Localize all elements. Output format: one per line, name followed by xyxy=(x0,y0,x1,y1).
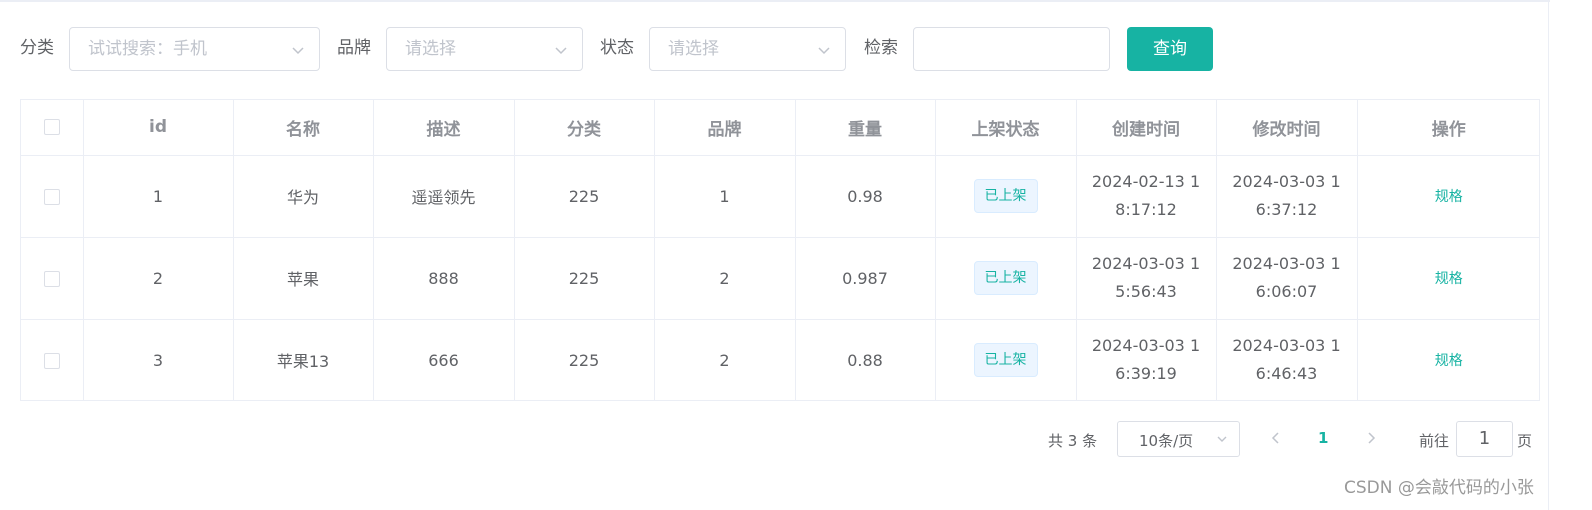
cell-name: 华为 xyxy=(233,155,374,238)
created-time: 2024-03-03 15:56:43 xyxy=(1091,254,1201,301)
goto-label: 前往 xyxy=(1419,432,1450,450)
chevron-down-icon xyxy=(292,47,304,55)
table-header-row: id 名称 描述 分类 品牌 重量 上架状态 创建时间 修改时间 操作 xyxy=(21,100,1540,156)
product-table: id 名称 描述 分类 品牌 重量 上架状态 创建时间 修改时间 操作 1 华为… xyxy=(20,99,1540,401)
page-number-current[interactable]: 1 xyxy=(1318,429,1328,447)
cell-id: 2 xyxy=(83,237,234,320)
cell-brand: 1 xyxy=(654,155,796,238)
cell-category: 225 xyxy=(514,237,655,320)
column-header-created: 创建时间 xyxy=(1076,100,1217,156)
chevron-right-icon[interactable] xyxy=(1365,431,1377,445)
column-header-status: 上架状态 xyxy=(935,100,1077,156)
cell-weight: 0.98 xyxy=(795,155,936,238)
query-button[interactable]: 查询 xyxy=(1127,27,1213,71)
modified-time: 2024-03-03 16:37:12 xyxy=(1232,172,1341,219)
chevron-down-icon xyxy=(1217,436,1227,442)
table-row: 3 苹果13 666 225 2 0.88 已上架 2024-03-03 16:… xyxy=(21,319,1540,401)
cell-desc: 遥遥领先 xyxy=(373,155,515,238)
created-time: 2024-02-13 18:17:12 xyxy=(1091,172,1201,219)
cell-weight: 0.88 xyxy=(795,319,936,401)
cell-category: 225 xyxy=(514,155,655,238)
chevron-down-icon xyxy=(555,47,567,55)
spec-link[interactable]: 规格 xyxy=(1435,189,1463,205)
row-checkbox[interactable] xyxy=(43,271,60,287)
pagination-total: 共 3 条 xyxy=(1048,432,1098,450)
cell-modified: 2024-03-03 16:06:07 xyxy=(1216,237,1358,320)
spec-link[interactable]: 规格 xyxy=(1435,353,1463,369)
column-header-id: id xyxy=(83,100,234,156)
cell-modified: 2024-03-03 16:37:12 xyxy=(1216,155,1358,238)
page-size-select[interactable]: 10条/页 xyxy=(1117,421,1240,457)
category-select[interactable]: 试试搜索：手机 xyxy=(69,27,320,71)
status-badge: 已上架 xyxy=(973,179,1038,213)
cell-desc: 666 xyxy=(373,319,515,401)
cell-desc: 888 xyxy=(373,237,515,320)
cell-id: 1 xyxy=(83,155,234,238)
cell-created: 2024-03-03 15:56:43 xyxy=(1076,237,1217,320)
watermark: CSDN @会敲代码的小张 xyxy=(1344,478,1534,498)
column-header-modified: 修改时间 xyxy=(1216,100,1358,156)
chevron-left-icon[interactable] xyxy=(1270,431,1282,445)
page-size-value: 10条/页 xyxy=(1139,432,1194,450)
modified-time: 2024-03-03 16:06:07 xyxy=(1232,254,1341,301)
column-header-category: 分类 xyxy=(514,100,655,156)
cell-weight: 0.987 xyxy=(795,237,936,320)
spec-link[interactable]: 规格 xyxy=(1435,271,1463,287)
chevron-down-icon xyxy=(818,47,830,55)
category-label: 分类 xyxy=(20,38,54,58)
created-time: 2024-03-03 16:39:19 xyxy=(1091,336,1201,384)
status-label: 状态 xyxy=(600,38,634,58)
category-placeholder: 试试搜索：手机 xyxy=(88,39,207,59)
cell-status: 已上架 xyxy=(935,237,1077,320)
cell-status: 已上架 xyxy=(935,319,1077,401)
status-placeholder: 请选择 xyxy=(668,39,719,59)
brand-select[interactable]: 请选择 xyxy=(386,27,583,71)
column-header-desc: 描述 xyxy=(373,100,515,156)
table-row: 2 苹果 888 225 2 0.987 已上架 2024-03-03 15:5… xyxy=(21,237,1540,320)
search-input[interactable] xyxy=(913,27,1110,71)
cell-brand: 2 xyxy=(654,319,796,401)
column-header-action: 操作 xyxy=(1357,100,1540,156)
table-row: 1 华为 遥遥领先 225 1 0.98 已上架 2024-02-13 18:1… xyxy=(21,155,1540,238)
status-badge: 已上架 xyxy=(973,261,1038,295)
cell-status: 已上架 xyxy=(935,155,1077,238)
brand-label: 品牌 xyxy=(337,38,371,58)
cell-created: 2024-03-03 16:39:19 xyxy=(1076,319,1217,401)
cell-brand: 2 xyxy=(654,237,796,320)
right-divider xyxy=(1548,0,1549,510)
cell-name: 苹果13 xyxy=(233,319,374,401)
search-label: 检索 xyxy=(864,38,898,58)
cell-created: 2024-02-13 18:17:12 xyxy=(1076,155,1217,238)
row-select-cell[interactable] xyxy=(21,319,84,401)
column-header-weight: 重量 xyxy=(795,100,936,156)
goto-unit: 页 xyxy=(1517,432,1533,450)
brand-placeholder: 请选择 xyxy=(405,39,456,59)
column-header-brand: 品牌 xyxy=(654,100,796,156)
row-select-cell[interactable] xyxy=(21,237,84,320)
cell-action: 规格 xyxy=(1357,237,1540,320)
cell-category: 225 xyxy=(514,319,655,401)
header-select-all[interactable] xyxy=(21,100,84,156)
goto-page-input[interactable]: 1 xyxy=(1456,421,1513,457)
cell-action: 规格 xyxy=(1357,319,1540,401)
row-select-cell[interactable] xyxy=(21,155,84,238)
cell-action: 规格 xyxy=(1357,155,1540,238)
select-all-checkbox[interactable] xyxy=(43,119,60,136)
row-checkbox[interactable] xyxy=(43,189,60,205)
status-badge: 已上架 xyxy=(973,343,1038,378)
filter-bar: 分类 试试搜索：手机 品牌 请选择 状态 请选择 检索 查询 xyxy=(0,0,1548,100)
column-header-name: 名称 xyxy=(233,100,374,156)
status-select[interactable]: 请选择 xyxy=(649,27,846,71)
row-checkbox[interactable] xyxy=(43,353,60,370)
cell-name: 苹果 xyxy=(233,237,374,320)
modified-time: 2024-03-03 16:46:43 xyxy=(1232,336,1341,384)
cell-id: 3 xyxy=(83,319,234,401)
cell-modified: 2024-03-03 16:46:43 xyxy=(1216,319,1358,401)
